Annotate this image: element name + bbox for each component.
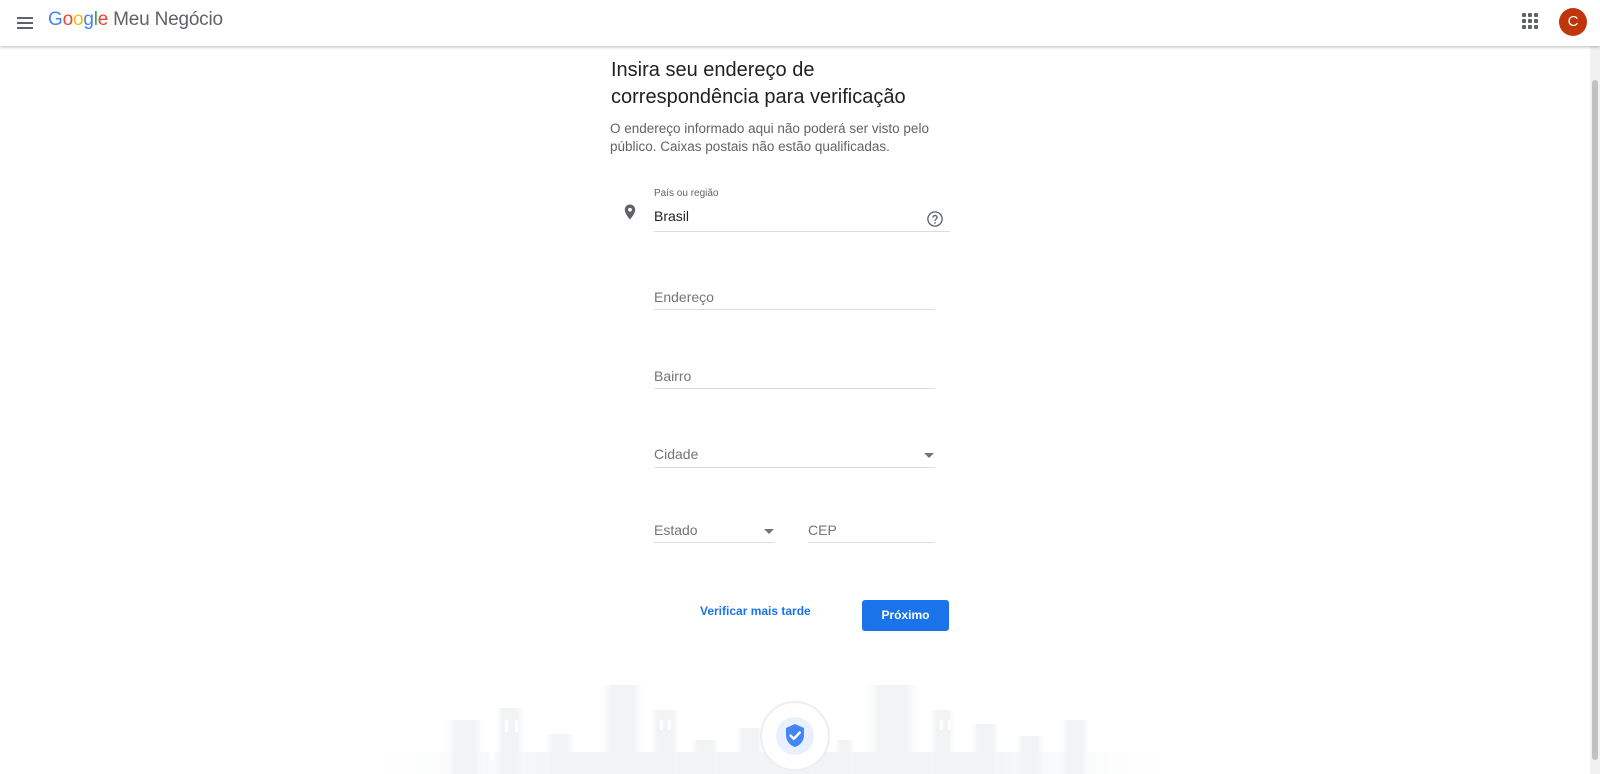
page-title: Insira seu endereço de correspondência p… bbox=[611, 57, 971, 111]
logo-letter: e bbox=[97, 9, 109, 30]
page-title-line1: Insira seu endereço de bbox=[611, 59, 815, 81]
neighborhood-placeholder: Bairro bbox=[654, 368, 692, 384]
city-select[interactable]: Cidade bbox=[654, 441, 935, 468]
product-name: Meu Negócio bbox=[113, 9, 223, 30]
next-button[interactable]: Próximo bbox=[862, 600, 949, 631]
address-field[interactable]: Endereço bbox=[654, 284, 935, 310]
page-scrollbar[interactable] bbox=[1590, 46, 1600, 774]
page-subtitle-line2: público. Caixas postais não estão qualif… bbox=[610, 139, 890, 154]
neighborhood-field[interactable]: Bairro bbox=[654, 363, 935, 389]
product-logo[interactable]: Google Meu Negócio bbox=[48, 9, 223, 31]
chevron-down-icon bbox=[924, 453, 934, 458]
scrollbar-thumb[interactable] bbox=[1592, 80, 1598, 760]
state-placeholder: Estado bbox=[654, 522, 698, 538]
chevron-down-icon bbox=[764, 529, 774, 534]
country-label: País ou região bbox=[654, 188, 719, 199]
country-value: Brasil bbox=[654, 208, 690, 224]
logo-letter: o bbox=[72, 9, 84, 30]
page-title-line2: correspondência para verificação bbox=[611, 86, 906, 108]
hamburger-menu-icon[interactable] bbox=[14, 12, 36, 34]
zip-field[interactable]: CEP bbox=[808, 517, 935, 543]
city-placeholder: Cidade bbox=[654, 446, 699, 462]
zip-placeholder: CEP bbox=[808, 522, 837, 538]
page-subtitle-line1: O endereço informado aqui não poderá ser… bbox=[610, 121, 929, 136]
app-bar: Google Meu Negócio C bbox=[0, 0, 1600, 46]
logo-letter: g bbox=[83, 9, 94, 30]
state-select[interactable]: Estado bbox=[654, 517, 775, 543]
account-avatar[interactable]: C bbox=[1559, 8, 1587, 36]
google-wordmark: Google bbox=[48, 9, 108, 30]
logo-letter: G bbox=[48, 9, 63, 30]
logo-letter: o bbox=[62, 9, 74, 30]
verify-later-button[interactable]: Verificar mais tarde bbox=[700, 604, 811, 618]
page-subtitle: O endereço informado aqui não poderá ser… bbox=[610, 120, 970, 156]
location-pin-icon bbox=[624, 204, 636, 220]
apps-grid-icon[interactable] bbox=[1522, 13, 1542, 33]
country-field[interactable]: Brasil bbox=[654, 205, 950, 232]
verified-shield-icon bbox=[760, 701, 830, 771]
help-circle-icon[interactable] bbox=[926, 210, 944, 228]
address-placeholder: Endereço bbox=[654, 289, 714, 305]
